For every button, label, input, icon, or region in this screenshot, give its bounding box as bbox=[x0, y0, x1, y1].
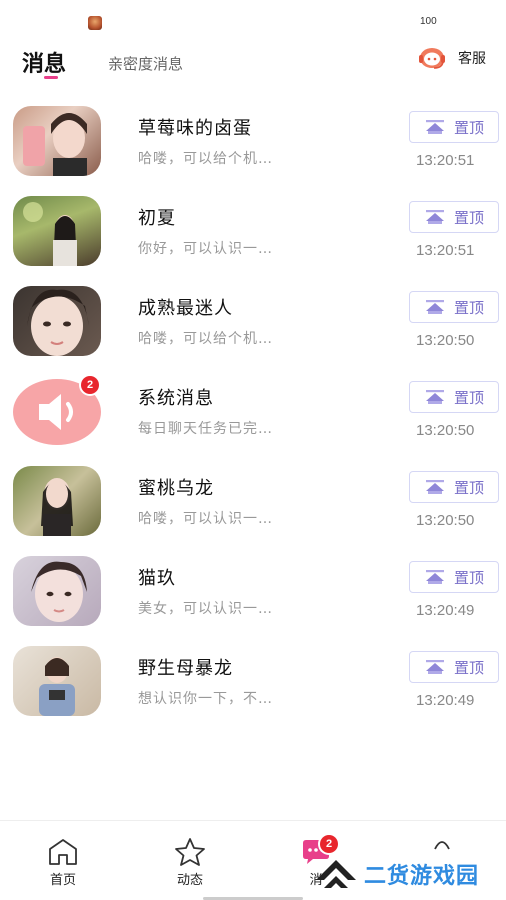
pin-button[interactable]: 置顶 bbox=[409, 561, 499, 593]
pin-label: 置顶 bbox=[453, 208, 484, 227]
tab-messages[interactable]: 消息 bbox=[22, 46, 66, 78]
message-preview: 哈喽，可以给个机… bbox=[138, 331, 273, 347]
pin-button[interactable]: 置顶 bbox=[409, 651, 499, 683]
pin-label: 置顶 bbox=[453, 568, 484, 587]
conversation-row[interactable]: 草莓味的卤蛋 哈喽，可以给个机… 置顶 13:20:51 bbox=[0, 96, 506, 186]
message-time: 13:20:50 bbox=[416, 422, 475, 439]
pin-button[interactable]: 置顶 bbox=[409, 201, 499, 233]
star-icon bbox=[175, 838, 205, 866]
messages-badge: 2 bbox=[320, 835, 338, 853]
avatar bbox=[13, 106, 101, 176]
conversation-row-system[interactable]: 2 系统消息 每日聊天任务已完… 置顶 13:20:50 bbox=[0, 366, 506, 456]
pin-button[interactable]: 置顶 bbox=[409, 291, 499, 323]
contact-name: 猫玖 bbox=[138, 568, 176, 589]
notification-app-icon bbox=[88, 16, 102, 30]
pin-top-icon bbox=[425, 300, 444, 314]
pin-button[interactable]: 置顶 bbox=[409, 111, 499, 143]
messages-screen: 100 消息 亲密度消息 客服 草莓味的卤蛋 哈喽，可以给个机… 置顶 13:2… bbox=[0, 0, 506, 900]
conversation-row[interactable]: 初夏 你好，可以认识一… 置顶 13:20:51 bbox=[0, 186, 506, 276]
tab-active-indicator bbox=[44, 76, 58, 79]
nav-home-label: 首页 bbox=[49, 873, 76, 888]
pin-top-icon bbox=[425, 480, 444, 494]
unread-badge: 2 bbox=[81, 376, 99, 394]
avatar bbox=[13, 286, 101, 356]
nav-moments[interactable]: 动态 bbox=[160, 831, 220, 888]
pin-top-icon bbox=[425, 570, 444, 584]
avatar bbox=[13, 196, 101, 266]
conversation-row[interactable]: 猫玖 美女，可以认识一… 置顶 13:20:49 bbox=[0, 546, 506, 636]
message-time: 13:20:49 bbox=[416, 692, 475, 709]
customer-service-label: 客服 bbox=[458, 51, 486, 67]
message-preview: 每日聊天任务已完… bbox=[138, 421, 273, 437]
message-time: 13:20:50 bbox=[416, 332, 475, 349]
message-preview: 你好，可以认识一… bbox=[138, 241, 273, 257]
conversation-row[interactable]: 野生母暴龙 想认识你一下，不… 置顶 13:20:49 bbox=[0, 636, 506, 726]
message-preview: 哈喽，可以认识一… bbox=[138, 511, 273, 527]
battery-level: 100 bbox=[420, 16, 437, 27]
message-time: 13:20:51 bbox=[416, 242, 475, 259]
avatar bbox=[13, 646, 101, 716]
status-bar: 100 bbox=[0, 0, 506, 36]
pin-label: 置顶 bbox=[453, 478, 484, 497]
contact-name: 系统消息 bbox=[138, 388, 214, 409]
message-time: 13:20:50 bbox=[416, 512, 475, 529]
system-avatar: 2 bbox=[13, 376, 101, 446]
pin-label: 置顶 bbox=[453, 118, 484, 137]
home-icon bbox=[49, 839, 77, 865]
nav-moments-label: 动态 bbox=[176, 873, 203, 888]
conversation-row[interactable]: 成熟最迷人 哈喽，可以给个机… 置顶 13:20:50 bbox=[0, 276, 506, 366]
message-preview: 哈喽，可以给个机… bbox=[138, 151, 273, 167]
headset-icon bbox=[419, 48, 445, 69]
message-preview: 想认识你一下，不… bbox=[138, 691, 273, 707]
customer-service-button[interactable]: 客服 bbox=[418, 44, 486, 72]
pin-top-icon bbox=[425, 120, 444, 134]
contact-name: 草莓味的卤蛋 bbox=[138, 118, 252, 139]
watermark-text: 二货游戏园 bbox=[364, 864, 480, 889]
tab-intimacy-messages[interactable]: 亲密度消息 bbox=[108, 53, 183, 74]
watermark-logo-icon bbox=[316, 860, 356, 888]
pin-button[interactable]: 置顶 bbox=[409, 381, 499, 413]
pin-top-icon bbox=[425, 660, 444, 674]
pin-top-icon bbox=[425, 390, 444, 404]
header: 消息 亲密度消息 客服 bbox=[0, 36, 506, 92]
contact-name: 蜜桃乌龙 bbox=[138, 478, 214, 499]
nav-home[interactable]: 首页 bbox=[33, 831, 93, 888]
pin-label: 置顶 bbox=[453, 658, 484, 677]
pin-top-icon bbox=[425, 210, 444, 224]
conversation-row[interactable]: 蜜桃乌龙 哈喽，可以认识一… 置顶 13:20:50 bbox=[0, 456, 506, 546]
watermark: 二货游戏园 bbox=[312, 852, 479, 896]
pin-label: 置顶 bbox=[453, 388, 484, 407]
message-time: 13:20:51 bbox=[416, 152, 475, 169]
contact-name: 野生母暴龙 bbox=[138, 658, 233, 679]
contact-name: 初夏 bbox=[138, 208, 176, 229]
avatar bbox=[13, 466, 101, 536]
avatar bbox=[13, 556, 101, 626]
message-time: 13:20:49 bbox=[416, 602, 475, 619]
message-preview: 美女，可以认识一… bbox=[138, 601, 273, 617]
pin-label: 置顶 bbox=[453, 298, 484, 317]
contact-name: 成熟最迷人 bbox=[138, 298, 233, 319]
pin-button[interactable]: 置顶 bbox=[409, 471, 499, 503]
